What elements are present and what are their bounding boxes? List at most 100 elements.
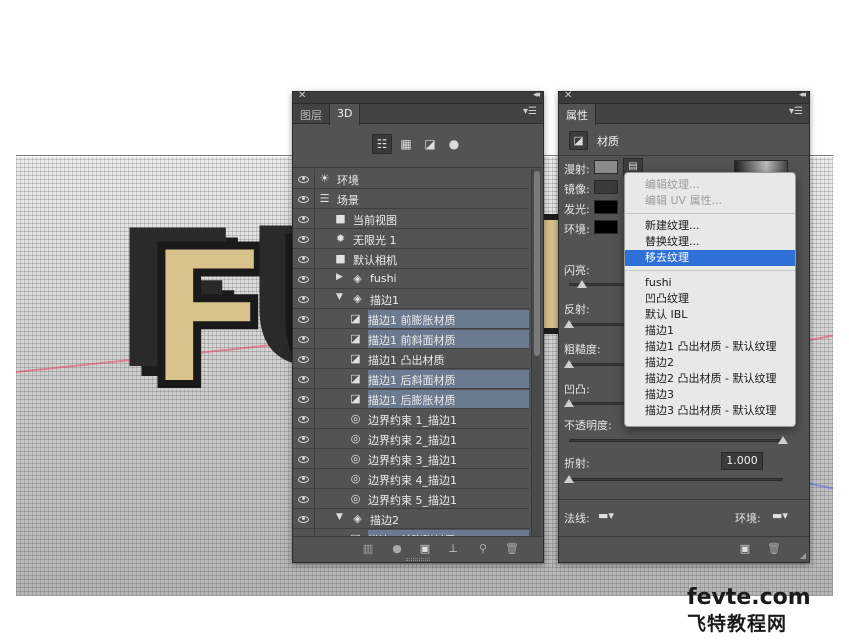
layer-row[interactable]: ◪ 描边1 前斜面材质 — [293, 329, 529, 349]
visibility-eye-icon[interactable] — [293, 509, 315, 529]
layer-row[interactable]: ◪ 描边1 后膨胀材质 — [293, 389, 529, 409]
reflection-slider-thumb[interactable] — [564, 320, 574, 328]
trash-icon[interactable]: 🗑 — [767, 542, 781, 556]
layer-list-scrollbar[interactable] — [531, 169, 541, 537]
whole-scene-filter-icon[interactable]: ☷ — [372, 134, 392, 154]
new-light-icon[interactable]: ● — [390, 542, 404, 556]
resize-grip[interactable] — [406, 558, 430, 561]
diffuse-color-swatch[interactable] — [594, 160, 618, 174]
panel-menu-icon[interactable]: ▾☰ — [523, 106, 537, 117]
illumination-color-swatch[interactable] — [594, 200, 618, 214]
layer-row[interactable]: ▶ ◈ fushi — [293, 269, 529, 289]
layer-row[interactable]: ✹ 无限光 1 — [293, 229, 529, 249]
layer-row[interactable]: ■ 默认相机 — [293, 249, 529, 269]
tab-3d[interactable]: 3D — [329, 104, 361, 125]
visibility-eye-icon[interactable] — [293, 169, 315, 189]
roughness-slider[interactable] — [569, 363, 629, 366]
layer-name: 边界约束 1_描边1 — [368, 414, 457, 427]
materials-filter-icon[interactable]: ◪ — [420, 134, 440, 154]
resize-corner-icon[interactable]: ◢ — [800, 551, 806, 560]
layer-row[interactable]: ▼ ◈ 描边1 — [293, 289, 529, 309]
3d-panel-titlebar[interactable]: ✕ ◂◂ — [293, 90, 543, 104]
reflection-slider[interactable] — [569, 323, 629, 326]
visibility-eye-icon[interactable] — [293, 409, 315, 429]
layer-row[interactable]: ■ 当前视图 — [293, 209, 529, 229]
visibility-eye-icon[interactable] — [293, 309, 315, 329]
visibility-eye-icon[interactable] — [293, 349, 315, 369]
visibility-eye-icon[interactable] — [293, 229, 315, 249]
normal-folder-icon[interactable]: ▬▾ — [598, 509, 614, 522]
collapse-icon[interactable]: ◂◂ — [533, 90, 540, 100]
visibility-eye-icon[interactable] — [293, 389, 315, 409]
visibility-eye-icon[interactable] — [293, 189, 315, 209]
refraction-value-field[interactable]: 1.000 — [721, 452, 763, 470]
collapse-arrow-icon[interactable]: ▼ — [336, 292, 343, 302]
menu-item[interactable]: fushi — [625, 275, 795, 291]
layer-row[interactable]: ◎ 边界约束 3_描边1 — [293, 449, 529, 469]
visibility-eye-icon[interactable] — [293, 209, 315, 229]
visibility-eye-icon[interactable] — [293, 429, 315, 449]
visibility-eye-icon[interactable] — [293, 269, 315, 289]
visibility-eye-icon[interactable] — [293, 469, 315, 489]
opacity-slider[interactable] — [569, 439, 783, 442]
layer-row[interactable]: ☰ 场景 — [293, 189, 529, 209]
tab-properties[interactable]: 属性 — [559, 104, 596, 125]
shine-slider-thumb[interactable] — [576, 280, 587, 288]
menu-item[interactable]: 凹凸纹理 — [625, 291, 795, 307]
menu-item[interactable]: 描边2 — [625, 355, 795, 371]
visibility-eye-icon[interactable] — [293, 369, 315, 389]
layer-row[interactable]: ◎ 边界约束 4_描边1 — [293, 469, 529, 489]
refraction-slider[interactable] — [569, 478, 783, 481]
environment-folder-icon[interactable]: ▬▾ — [772, 509, 788, 522]
layer-row[interactable]: ◎ 边界约束 5_描边1 — [293, 489, 529, 509]
collapse-arrow-icon[interactable]: ▼ — [336, 512, 343, 522]
close-icon[interactable]: ✕ — [564, 90, 572, 101]
layer-row[interactable]: ◎ 边界约束 2_描边1 — [293, 429, 529, 449]
eye-icon — [298, 255, 309, 263]
tab-layers[interactable]: 图层 — [293, 104, 329, 124]
visibility-eye-icon[interactable] — [293, 489, 315, 509]
drop-to-ground-icon[interactable]: ⊥ — [446, 542, 460, 556]
visibility-eye-icon[interactable] — [293, 289, 315, 309]
collapse-icon[interactable]: ◂◂ — [799, 90, 806, 100]
layer-row[interactable]: ◪ 描边1 前膨胀材质 — [293, 309, 529, 329]
menu-item[interactable]: 描边3 — [625, 387, 795, 403]
layer-row[interactable]: ☀ 环境 — [293, 169, 529, 189]
lights-filter-icon[interactable]: ● — [444, 134, 464, 154]
material-icon[interactable]: ◪ — [569, 131, 588, 150]
menu-item[interactable]: 描边2 凸出材质 - 默认纹理 — [625, 371, 795, 387]
render-preview-icon[interactable]: ▣ — [738, 542, 752, 556]
scrollbar-thumb[interactable] — [534, 171, 540, 356]
close-icon[interactable]: ✕ — [298, 90, 306, 101]
menu-item[interactable]: 描边3 凸出材质 - 默认纹理 — [625, 403, 795, 419]
roughness-slider-thumb[interactable] — [564, 360, 574, 368]
menu-item[interactable]: 描边1 凸出材质 - 默认纹理 — [625, 339, 795, 355]
refraction-slider-thumb[interactable] — [564, 475, 574, 483]
visibility-eye-icon[interactable] — [293, 329, 315, 349]
new-mesh-icon[interactable]: ▣ — [418, 542, 432, 556]
opacity-slider-thumb[interactable] — [778, 436, 788, 444]
specular-color-swatch[interactable] — [594, 180, 618, 194]
new-constraint-icon[interactable]: ⚲ — [476, 542, 490, 556]
meshes-filter-icon[interactable]: ▦ — [396, 134, 416, 154]
bump-slider-thumb[interactable] — [564, 399, 574, 407]
layer-row[interactable]: ◎ 边界约束 1_描边1 — [293, 409, 529, 429]
layer-row[interactable]: ◪ 描边1 凸出材质 — [293, 349, 529, 369]
menu-item[interactable]: 默认 IBL — [625, 307, 795, 323]
properties-panel-titlebar[interactable]: ✕ ◂◂ — [559, 90, 809, 104]
panel-menu-icon[interactable]: ▾☰ — [789, 106, 803, 117]
layer-row[interactable]: ◪ 描边1 后斜面材质 — [293, 369, 529, 389]
menu-item[interactable]: 新建纹理... — [625, 218, 795, 234]
layer-name: 边界约束 5_描边1 — [368, 494, 457, 507]
expand-arrow-icon[interactable]: ▶ — [336, 272, 343, 282]
menu-item[interactable]: 替换纹理... — [625, 234, 795, 250]
trash-icon[interactable]: 🗑 — [505, 542, 519, 556]
visibility-eye-icon[interactable] — [293, 249, 315, 269]
layer-row[interactable]: ▼ ◈ 描边2 — [293, 509, 529, 529]
ambient-color-swatch[interactable] — [594, 220, 618, 234]
render-icon[interactable]: ▥ — [361, 542, 375, 556]
menu-item[interactable]: 描边1 — [625, 323, 795, 339]
bump-slider[interactable] — [569, 402, 629, 405]
menu-item[interactable]: 移去纹理 — [625, 250, 795, 266]
visibility-eye-icon[interactable] — [293, 449, 315, 469]
